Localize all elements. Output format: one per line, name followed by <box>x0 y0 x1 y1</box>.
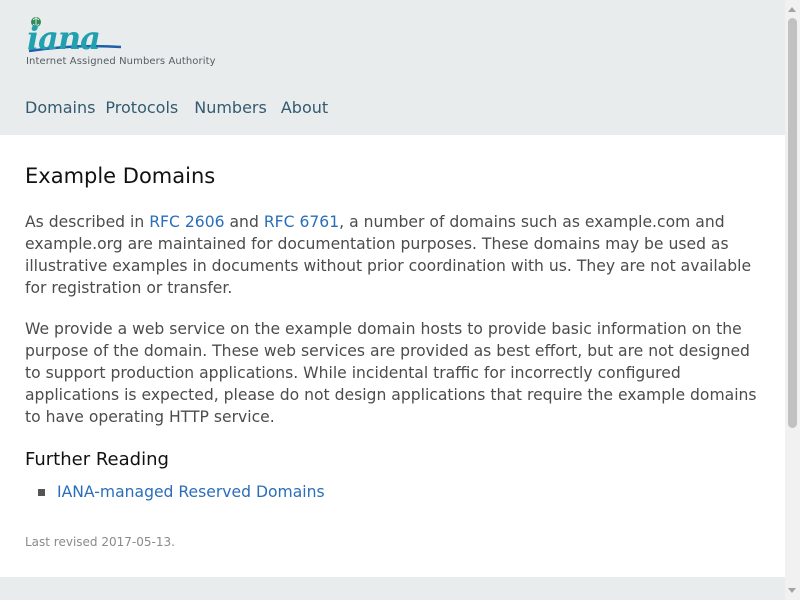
intro-middle: and <box>224 213 264 231</box>
nav-item-numbers[interactable]: Numbers <box>194 97 267 121</box>
scrollbar-thumb[interactable] <box>788 18 797 428</box>
further-reading-heading: Further Reading <box>25 449 169 470</box>
scroll-down-arrow-icon[interactable] <box>788 588 796 593</box>
scroll-up-arrow-icon[interactable] <box>788 7 796 12</box>
site-header: iana Internet Assigned Numbers Authority… <box>0 0 785 135</box>
nav-item-about[interactable]: About <box>281 97 328 121</box>
intro-prefix: As described in <box>25 213 150 231</box>
browser-viewport: iana Internet Assigned Numbers Authority… <box>0 0 800 600</box>
list-item: IANA-managed Reserved Domains <box>37 481 760 503</box>
intro-paragraph: As described in RFC 2606 and RFC 6761, a… <box>25 211 760 299</box>
logo-tagline: Internet Assigned Numbers Authority <box>26 56 216 67</box>
article: Example Domains As described in RFC 2606… <box>25 161 760 503</box>
logo-wordmark: iana <box>27 19 101 57</box>
square-bullet-icon <box>38 489 45 496</box>
page-title: Example Domains <box>25 164 216 188</box>
last-revised-text: Last revised 2017-05-13. <box>25 535 175 549</box>
service-paragraph: We provide a web service on the example … <box>25 320 757 426</box>
main-content: Example Domains As described in RFC 2606… <box>0 135 785 577</box>
rfc-2606-link[interactable]: RFC 2606 <box>149 213 224 231</box>
nav-item-protocols[interactable]: Protocols <box>105 97 178 121</box>
rfc-6761-link[interactable]: RFC 6761 <box>264 213 339 231</box>
reserved-domains-link[interactable]: IANA-managed Reserved Domains <box>57 483 325 501</box>
iana-logo[interactable]: iana Internet Assigned Numbers Authority <box>25 14 216 70</box>
further-reading-list: IANA-managed Reserved Domains <box>25 481 760 503</box>
nav-item-domains[interactable]: Domains <box>25 97 95 121</box>
page: iana Internet Assigned Numbers Authority… <box>0 0 785 600</box>
main-nav: Domains Protocols Numbers About <box>25 97 342 121</box>
site-footer <box>0 577 785 600</box>
vertical-scrollbar[interactable] <box>785 0 800 600</box>
